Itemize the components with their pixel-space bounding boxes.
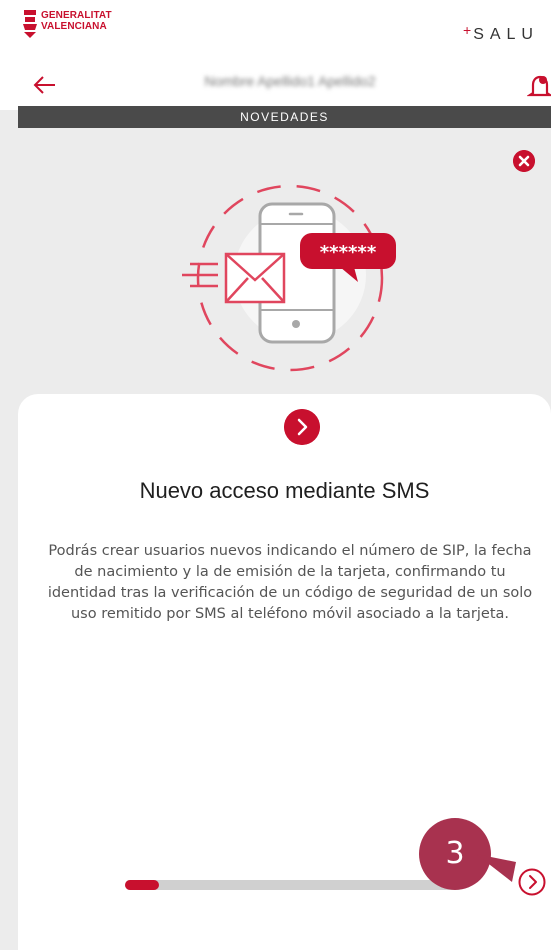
brand-header: GENERALITAT VALENCIANA +SALU [0,0,551,60]
slide-description: Podrás crear usuarios nuevos indicando e… [47,543,533,622]
brand-logo-line2: VALENCIANA [41,21,107,32]
back-arrow-icon[interactable] [32,72,58,98]
password-mask-text: ****** [320,242,377,263]
close-icon[interactable] [513,150,535,172]
slide-progress-fill [125,880,159,890]
brand-logo-text: GENERALITAT VALENCIANA [41,10,112,32]
bell-icon[interactable] [527,74,551,100]
slide-progress-track [125,880,463,890]
slide-title: Nuevo acceso mediante SMS [139,478,430,503]
top-nav-bar: Nombre Apellido1 Apellido2 [0,60,551,110]
brand-logo-line1: GENERALITAT [41,10,112,21]
app-wordmark: +SALU [463,22,539,44]
app-screen: GENERALITAT VALENCIANA +SALU Nombre Apel… [0,0,551,950]
news-banner: NOVEDADES [18,106,551,128]
sms-access-illustration: ****** [182,184,396,372]
app-wordmark-text: SALU [473,26,539,43]
next-slide-button[interactable] [284,409,320,445]
generalitat-logo-icon [23,10,37,38]
app-wordmark-plus: + [463,22,474,38]
annotation-arrow-icon [476,854,516,882]
user-name-label: Nombre Apellido1 Apellido2 [204,73,376,89]
